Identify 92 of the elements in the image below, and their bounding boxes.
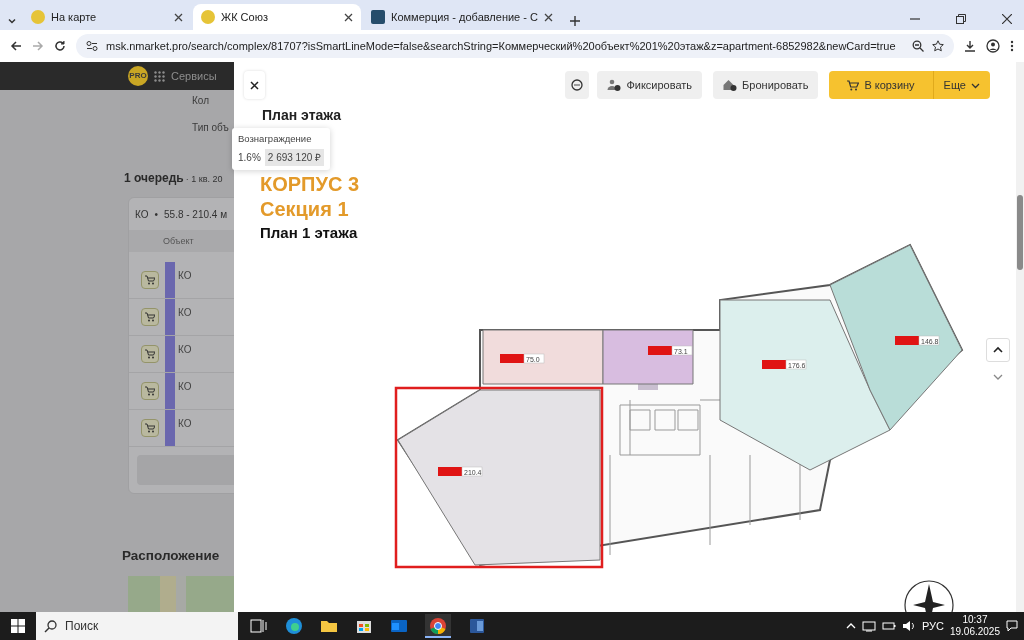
favicon-icon bbox=[31, 10, 45, 24]
browser-tab[interactable]: ЖК Союз bbox=[193, 4, 361, 30]
favicon-icon bbox=[201, 10, 215, 24]
volume-icon[interactable] bbox=[901, 620, 916, 632]
book-button[interactable]: Бронировать bbox=[713, 71, 819, 99]
queue-title: 1 очередь bbox=[124, 170, 184, 187]
restore-icon[interactable] bbox=[956, 14, 966, 24]
more-icon[interactable] bbox=[1010, 40, 1014, 52]
table-cell-text: КО bbox=[178, 306, 192, 320]
search-icon bbox=[44, 619, 57, 633]
area-range: 55.8 - 210.4 м bbox=[164, 207, 228, 222]
task-view-icon[interactable] bbox=[250, 617, 268, 635]
browser-tab[interactable]: Коммерция - добавление - С bbox=[363, 4, 561, 30]
status-bar bbox=[165, 336, 175, 372]
site-settings-icon[interactable] bbox=[86, 40, 98, 52]
cart-icon bbox=[145, 423, 155, 433]
status-bar bbox=[165, 262, 175, 298]
cart-button[interactable] bbox=[141, 382, 159, 400]
plus-icon bbox=[568, 15, 581, 27]
tab-title: На карте bbox=[51, 9, 98, 25]
column-header: Объект bbox=[129, 230, 234, 252]
table-cell-text: КО bbox=[178, 269, 192, 283]
filter-label: Тип объ bbox=[192, 121, 230, 135]
fix-button[interactable]: Фиксировать bbox=[597, 71, 703, 99]
cart-button[interactable] bbox=[141, 345, 159, 363]
cart-icon bbox=[145, 275, 155, 285]
windows-icon bbox=[11, 619, 25, 633]
cart-icon bbox=[145, 312, 155, 322]
clock[interactable]: 10:37 19.06.2025 bbox=[949, 615, 1000, 637]
reward-percent: 1.6% bbox=[238, 151, 261, 166]
close-icon[interactable] bbox=[174, 12, 183, 22]
services-link[interactable]: Сервисы bbox=[171, 67, 217, 85]
section-heading: Расположение bbox=[121, 547, 221, 565]
cart-button[interactable] bbox=[141, 308, 159, 326]
add-to-cart-button[interactable]: В корзину bbox=[829, 71, 933, 99]
tab-title: ЖК Союз bbox=[221, 9, 269, 25]
floor-title: План 1 этажа bbox=[260, 223, 359, 243]
chevron-up-icon bbox=[993, 345, 1003, 355]
status-bar bbox=[165, 410, 175, 446]
scroll-up-button[interactable] bbox=[986, 338, 1010, 362]
unit-area[interactable] bbox=[829, 244, 963, 431]
new-tab-button[interactable] bbox=[568, 15, 581, 27]
reward-label: Вознаграждение bbox=[238, 132, 313, 146]
close-icon[interactable] bbox=[344, 12, 353, 22]
zoom-icon[interactable] bbox=[912, 40, 924, 52]
search-input[interactable]: Поиск bbox=[63, 616, 213, 636]
type-label: КО bbox=[135, 207, 149, 222]
building-title: КОРПУС 3 bbox=[260, 172, 361, 197]
table-cell-text: КО bbox=[178, 343, 192, 357]
favicon-icon bbox=[371, 10, 385, 24]
queue-date: · 1 кв. 20 bbox=[185, 173, 223, 186]
reload-icon[interactable] bbox=[54, 40, 66, 52]
star-icon[interactable] bbox=[932, 40, 944, 52]
language-indicator[interactable]: РУС bbox=[921, 617, 944, 635]
section-subtitle: Секция 1 bbox=[260, 197, 350, 222]
chat-button[interactable] bbox=[565, 71, 590, 99]
download-icon[interactable] bbox=[964, 40, 976, 52]
unit-area[interactable] bbox=[602, 329, 694, 385]
table-cell-text: КО bbox=[178, 417, 192, 431]
close-button[interactable] bbox=[244, 71, 265, 99]
unit-area[interactable] bbox=[482, 329, 604, 385]
cart-icon bbox=[847, 79, 860, 91]
close-icon bbox=[250, 80, 259, 90]
more-dropdown[interactable]: Еще bbox=[932, 71, 990, 99]
cart-button[interactable] bbox=[141, 419, 159, 437]
browser-tab[interactable]: На карте bbox=[23, 4, 191, 30]
separator-dot: • bbox=[154, 207, 158, 222]
chevron-down-icon bbox=[993, 372, 1003, 382]
document-icon[interactable] bbox=[468, 617, 486, 635]
reward-amount: 2 693 120 ₽ bbox=[264, 149, 325, 167]
table-cell-text: КО bbox=[178, 380, 192, 394]
logo[interactable]: PRO bbox=[128, 66, 148, 86]
chevron-up-icon[interactable] bbox=[845, 621, 856, 631]
house-icon bbox=[723, 79, 738, 91]
cart-button[interactable] bbox=[141, 271, 159, 289]
profile-icon[interactable] bbox=[986, 39, 1000, 53]
scrollbar-thumb[interactable] bbox=[1017, 195, 1023, 270]
cart-icon bbox=[145, 349, 155, 359]
battery-icon[interactable] bbox=[881, 620, 896, 632]
filter-label: Кол bbox=[192, 94, 210, 108]
tab-title: Коммерция - добавление - С bbox=[391, 9, 538, 25]
grid-icon[interactable] bbox=[154, 70, 165, 82]
close-icon[interactable] bbox=[1002, 14, 1012, 24]
cart-icon bbox=[145, 386, 155, 396]
close-icon[interactable] bbox=[543, 12, 553, 22]
status-bar bbox=[165, 299, 175, 335]
status-bar bbox=[165, 373, 175, 409]
taskbar-search-field[interactable]: Поиск bbox=[36, 612, 238, 640]
section-title: План этажа bbox=[261, 108, 343, 122]
unit-area[interactable] bbox=[719, 299, 891, 471]
back-icon[interactable] bbox=[10, 40, 22, 52]
notification-icon[interactable] bbox=[1006, 620, 1018, 632]
